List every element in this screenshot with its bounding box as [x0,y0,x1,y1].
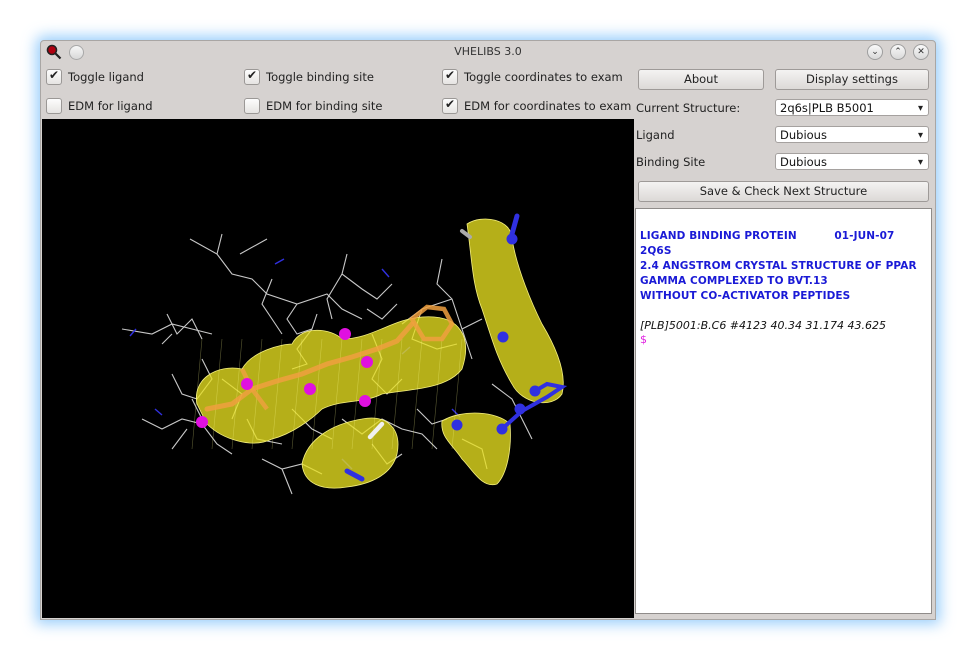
edm-coordinates-checkbox[interactable]: EDM for coordinates to exam [442,97,632,114]
display-settings-button[interactable]: Display settings [775,69,929,90]
chevron-down-icon: ▾ [917,103,923,114]
chevron-down-icon: ▾ [917,130,923,141]
save-check-next-button[interactable]: Save & Check Next Structure [638,181,929,202]
molecule-render[interactable] [42,119,634,618]
edm-ligand-checkbox[interactable]: EDM for ligand [46,98,153,114]
checkbox-label: EDM for ligand [68,99,153,113]
select-value: 2q6s|PLB B5001 [780,101,874,115]
oxygen-atom [359,395,371,407]
nitrogen-atom [497,331,509,343]
header-line: 2Q6S [640,245,672,257]
header-line: GAMMA COMPLEXED TO BVT.13 [640,275,828,287]
header-line: LIGAND BINDING PROTEIN 01-JUN-07 [640,230,895,242]
oxygen-atom [241,378,253,390]
maximize-button[interactable]: ⌃ [890,44,906,60]
checkbox-box[interactable] [442,97,458,114]
jmol-console-output[interactable]: LIGAND BINDING PROTEIN 01-JUN-07 2Q6S 2.4 … [635,208,932,614]
header-line: 2.4 ANGSTROM CRYSTAL STRUCTURE OF PPAR [640,260,917,272]
checkbox-label: EDM for coordinates to exam [464,99,632,113]
oxygen-atom [304,383,316,395]
header-line: WITHOUT CO-ACTIVATOR PEPTIDES [640,290,851,302]
close-button[interactable]: ✕ [913,44,929,60]
chevron-down-icon: ⌄ [871,47,879,57]
picked-atom-info: [PLB]5001:B.C6 #4123 40.34 31.174 43.625 [640,319,886,332]
nitrogen-bond [274,258,285,265]
ligand-label: Ligand [636,128,675,142]
electron-density-mesh [191,218,564,489]
close-icon: ✕ [917,47,925,57]
bond-line [366,303,398,320]
binding-site-quality-select[interactable]: Dubious ▾ [775,153,929,170]
checkbox-box[interactable] [442,68,458,85]
console-prompt: $ [640,333,647,346]
nitrogen-stick [509,213,520,237]
bond-line [171,428,188,450]
ligand-quality-select[interactable]: Dubious ▾ [775,126,929,143]
bond-line [286,303,318,335]
binding-site-label: Binding Site [636,155,706,169]
density-blob [466,218,564,403]
density-blob [301,417,399,489]
checkbox-label: Toggle coordinates to exam [464,70,623,84]
bond-line [341,253,393,300]
molecule-3d-viewer[interactable] [42,119,634,618]
checkbox-box[interactable] [244,98,260,114]
chevron-up-icon: ⌃ [894,47,902,57]
select-value: Dubious [780,155,827,169]
toggle-binding-site-checkbox[interactable]: Toggle binding site [244,68,374,85]
window-title: VHELIBS 3.0 [454,45,522,58]
checkbox-label: Toggle binding site [266,70,374,84]
select-value: Dubious [780,128,827,142]
nitrogen-atom [451,419,463,431]
oxygen-atom [361,356,373,368]
oxygen-atom [339,328,351,340]
checkbox-box[interactable] [46,98,62,114]
edm-binding-site-checkbox[interactable]: EDM for binding site [244,98,382,114]
current-structure-label: Current Structure: [636,101,741,115]
checkbox-box[interactable] [244,68,260,85]
minimize-button[interactable]: ⌄ [867,44,883,60]
current-structure-select[interactable]: 2q6s|PLB B5001 ▾ [775,99,929,116]
checkbox-box[interactable] [46,68,62,85]
app-window: VHELIBS 3.0 ⌄ ⌃ ✕ Toggle ligand Toggle b… [40,40,936,620]
pdb-header-text: LIGAND BINDING PROTEIN 01-JUN-07 2Q6S 2.4 … [640,229,927,304]
title-bar: VHELIBS 3.0 ⌄ ⌃ ✕ [41,41,935,63]
bond-line [161,333,173,345]
density-blob [196,316,466,444]
oxygen-atom [196,416,208,428]
nitrogen-bond [381,268,390,278]
nitrogen-bond [154,408,163,416]
bond-line [461,318,483,330]
bond-line [216,233,223,255]
about-button[interactable]: About [638,69,764,90]
toggle-ligand-checkbox[interactable]: Toggle ligand [46,68,144,85]
toggle-coordinates-checkbox[interactable]: Toggle coordinates to exam [442,68,623,85]
bond-line [281,468,293,495]
checkbox-label: Toggle ligand [68,70,144,84]
bond-line [166,313,203,340]
bond-line [261,278,283,335]
checkbox-label: EDM for binding site [266,99,383,113]
bond-line [189,238,363,320]
bond-line [239,238,268,255]
chevron-down-icon: ▾ [917,157,923,168]
